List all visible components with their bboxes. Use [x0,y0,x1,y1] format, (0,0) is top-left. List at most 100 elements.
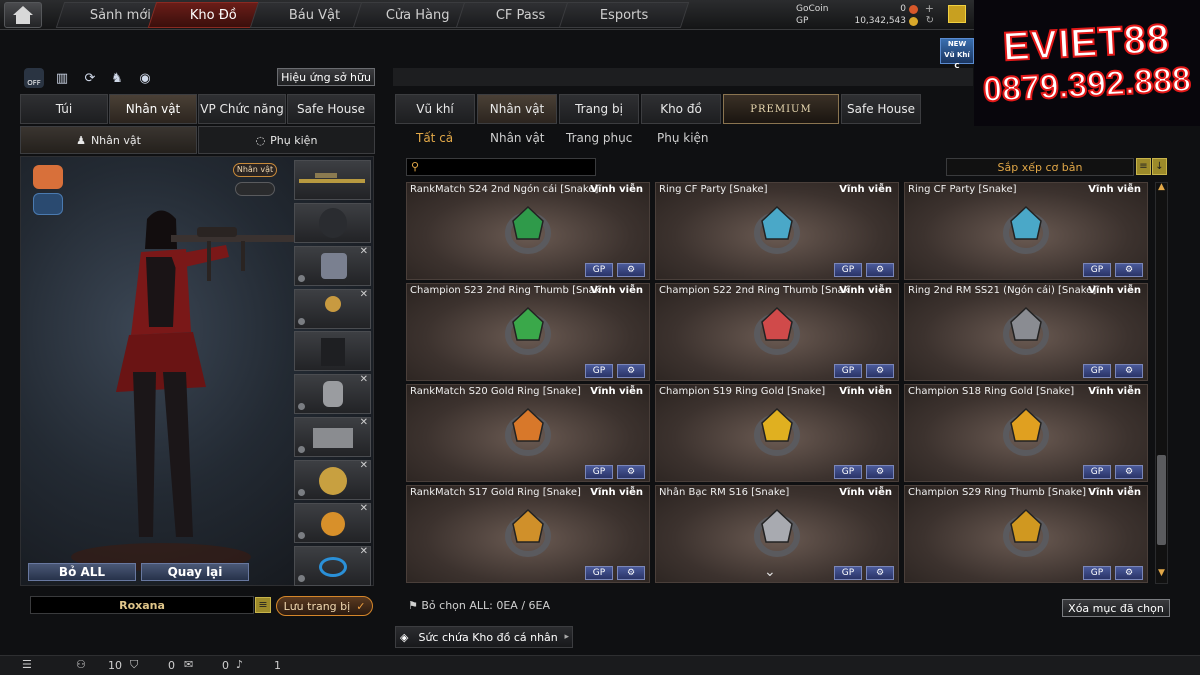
settings-button[interactable]: ⚙ [866,566,894,580]
slot-badge[interactable]: ✕ [294,374,371,414]
rotate-icon[interactable]: ⟳ [80,68,100,88]
owned-effect-button[interactable]: Hiệu ứng sở hữu [277,68,375,86]
filter-accessory[interactable]: Phụ kiện [657,129,709,147]
item-card[interactable]: Ring CF Party [Snake] Vĩnh viễn GP ⚙ [655,182,899,280]
outfit-slot-2-icon[interactable] [33,193,63,215]
gp-exchange-button[interactable]: GP [585,364,613,378]
sort-order-button[interactable]: ↓ [1152,158,1167,175]
search-input[interactable]: ⚲ [406,158,596,176]
effect-toggle-icon[interactable]: OFF [24,68,44,88]
remove-icon[interactable]: ✕ [360,546,368,557]
gp-exchange-button[interactable]: GP [585,465,613,479]
settings-button[interactable]: ⚙ [1115,566,1143,580]
gp-exchange-button[interactable]: GP [1083,364,1111,378]
remove-icon[interactable]: ✕ [360,503,368,514]
left-tab-bag[interactable]: Túi [20,94,108,124]
item-card[interactable]: RankMatch S20 Gold Ring [Snake] Vĩnh viễn… [406,384,650,482]
gp-exchange-button[interactable]: GP [834,364,862,378]
item-card[interactable]: RankMatch S24 2nd Ngón cái [Snake] Vĩnh v… [406,182,650,280]
gp-exchange-button[interactable]: GP [834,263,862,277]
right-tab-weapon[interactable]: Vũ khí [395,94,475,124]
settings-button[interactable]: ⚙ [617,364,645,378]
filter-outfit[interactable]: Trang phục [566,129,632,147]
remove-icon[interactable]: ✕ [360,460,368,471]
slot-ring-2[interactable]: ✕ [294,503,371,543]
left-tab-safe-house[interactable]: Safe House [287,94,375,124]
slot-ring-3[interactable]: ✕ [294,546,371,586]
item-card[interactable]: Ring CF Party [Snake] Vĩnh viễn GP ⚙ [904,182,1148,280]
slot-weapon[interactable] [294,160,371,200]
slot-belt[interactable]: ✕ [294,417,371,457]
item-card[interactable]: Champion S19 Ring Gold [Snake] Vĩnh viễn G… [655,384,899,482]
right-tab-equipment[interactable]: Trang bị [559,94,639,124]
clan-icon[interactable]: ⛉ [130,658,138,672]
sort-list-button[interactable]: ≡ [1136,158,1151,175]
delete-selected-button[interactable]: Xóa mục đã chọn [1062,599,1170,617]
gp-exchange-button[interactable]: GP [834,566,862,580]
slot-pendant[interactable]: ✕ [294,289,371,329]
right-tab-character[interactable]: Nhân vật [477,94,557,124]
slot-head[interactable] [294,203,371,243]
nav-tab-esports[interactable]: Esports [558,2,690,28]
gp-exchange-button[interactable]: GP [585,566,613,580]
storage-capacity-button[interactable]: ◈ Sức chứa Kho đồ cá nhân ▸ [395,626,573,648]
home-button[interactable] [4,2,42,28]
item-card[interactable]: Champion S29 Ring Thumb [Snake] Vĩnh viễn… [904,485,1148,583]
slot-emblem[interactable]: ✕ [294,246,371,286]
filter-all[interactable]: Tất cả [416,129,453,147]
list-menu-icon[interactable]: ☰ [22,658,32,671]
gp-exchange-button[interactable]: GP [1083,263,1111,277]
camera-icon[interactable]: ◉ [135,68,155,88]
item-card[interactable]: Champion S23 2nd Ring Thumb [Snake] Vĩnh … [406,283,650,381]
remove-icon[interactable]: ✕ [360,289,368,300]
scroll-up-icon[interactable]: ▲ [1155,182,1168,196]
pose-icon[interactable]: ♞ [107,68,127,88]
friends-icon[interactable]: ⚇ [76,658,86,671]
remove-icon[interactable]: ✕ [360,374,368,385]
gp-exchange-button[interactable]: GP [834,465,862,479]
scrollbar-thumb[interactable] [1157,455,1166,545]
settings-button[interactable]: ⚙ [866,263,894,277]
remove-icon[interactable]: ✕ [360,417,368,428]
view-toggle[interactable] [235,182,275,196]
subtab-accessory[interactable]: ◌ Phụ kiện [198,126,375,154]
settings-button[interactable]: ⚙ [1115,465,1143,479]
stats-icon[interactable]: ▥ [52,68,72,88]
item-card[interactable]: Nhẫn Bạc RM S16 [Snake] Vĩnh viễn GP ⚙ [655,485,899,583]
settings-button[interactable]: ⚙ [866,364,894,378]
more-items-chevron-icon[interactable]: ⌄ [764,564,776,580]
settings-button[interactable]: ⚙ [1115,364,1143,378]
character-name-field[interactable]: Roxana [30,596,254,614]
subtab-character[interactable]: ♟ Nhân vật [20,126,197,154]
refresh-icon[interactable]: ↻ [926,14,934,27]
settings-button[interactable]: ⚙ [617,263,645,277]
right-tab-premium[interactable]: PREMIUM [723,94,839,124]
save-loadout-button[interactable]: Lưu trang bị ✓ [276,596,373,616]
settings-button[interactable]: ⚙ [1115,263,1143,277]
left-tab-function-items[interactable]: VP Chức năng [198,94,286,124]
item-card[interactable]: Ring 2nd RM SS21 (Ngón cái) [Snake] Vĩnh … [904,283,1148,381]
filter-character[interactable]: Nhân vật [490,129,545,147]
new-weapon-banner[interactable]: NEW Vũ Khí C [940,38,974,70]
gp-exchange-button[interactable]: GP [1083,465,1111,479]
left-tab-character[interactable]: Nhân vật [109,94,197,124]
slot-ring-1[interactable]: ✕ [294,460,371,500]
character-menu-button[interactable]: ≡ [255,597,271,613]
right-tab-safe-house[interactable]: Safe House [841,94,921,124]
item-card[interactable]: RankMatch S17 Gold Ring [Snake] Vĩnh viễn… [406,485,650,583]
sort-dropdown[interactable]: Sắp xếp cơ bản [946,158,1134,176]
settings-button[interactable]: ⚙ [866,465,894,479]
slot-cloak[interactable] [294,331,371,371]
gp-exchange-button[interactable]: GP [1083,566,1111,580]
scroll-down-icon[interactable]: ▼ [1155,568,1168,582]
remove-icon[interactable]: ✕ [360,246,368,257]
chat-icon[interactable]: ✉ [184,658,193,671]
back-button[interactable]: Quay lại [141,563,249,581]
right-tab-storage[interactable]: Kho đồ [641,94,721,124]
gp-exchange-button[interactable]: GP [585,263,613,277]
item-card[interactable]: Champion S18 Ring Gold [Snake] Vĩnh viễn G… [904,384,1148,482]
item-card[interactable]: Champion S22 2nd Ring Thumb [Snake] Vĩnh … [655,283,899,381]
volume-icon[interactable]: ♪ [236,658,243,671]
settings-button[interactable]: ⚙ [617,566,645,580]
outfit-slot-1-icon[interactable] [33,165,63,189]
